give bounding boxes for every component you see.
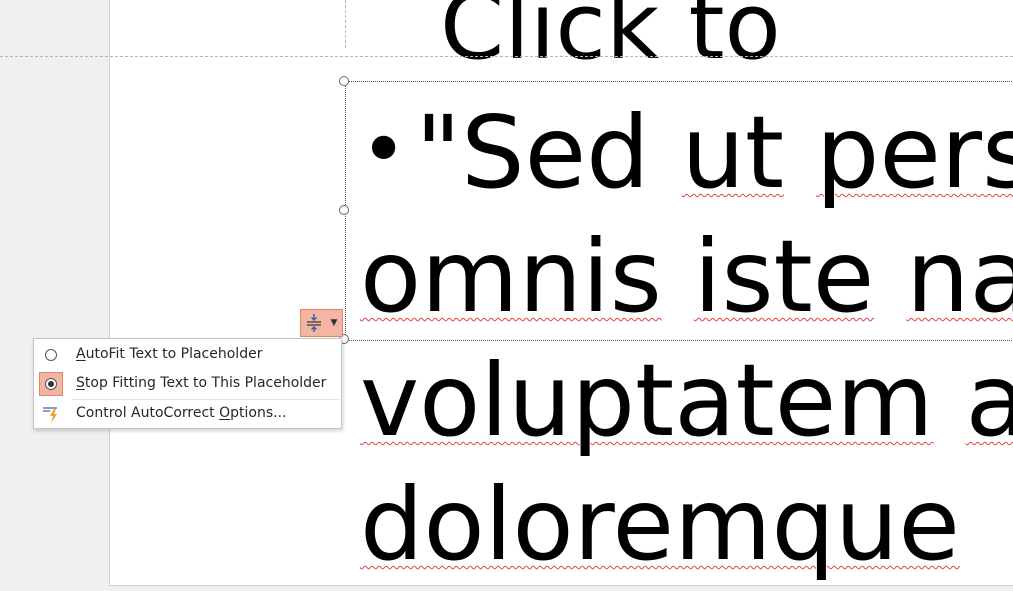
slide-canvas[interactable]: Click to •"Sed ut pers omnis iste na vol… bbox=[109, 0, 1013, 586]
body-text[interactable]: •"Sed ut pers omnis iste na voluptatem a… bbox=[360, 88, 1013, 585]
menu-item-autofit-text[interactable]: AutoFit Text to Placeholder bbox=[34, 341, 341, 369]
body-line: •"Sed ut pers bbox=[360, 88, 1013, 215]
menu-item-label: Stop Fitting Text to This Placeholder bbox=[76, 375, 327, 391]
resize-handle-top-left[interactable] bbox=[339, 76, 349, 86]
menu-item-stop-fitting[interactable]: Stop Fitting Text to This Placeholder bbox=[34, 370, 341, 398]
menu-item-autocorrect-options[interactable]: Control AutoCorrect Options... bbox=[34, 400, 341, 428]
menu-item-label: Control AutoCorrect Options... bbox=[76, 405, 287, 421]
body-line: voluptatem a bbox=[360, 339, 1013, 463]
autofit-options-button[interactable]: ▼ bbox=[300, 309, 343, 337]
autocorrect-lightning-icon bbox=[39, 402, 63, 426]
body-word: doloremque bbox=[360, 466, 960, 583]
guide-line-horizontal bbox=[0, 56, 1013, 57]
resize-handle-middle-left[interactable] bbox=[339, 205, 349, 215]
body-word: pers bbox=[815, 94, 1013, 211]
body-word: "Sed bbox=[415, 94, 650, 211]
chevron-down-icon[interactable]: ▼ bbox=[327, 318, 341, 328]
autofit-options-menu: AutoFit Text to Placeholder Stop Fitting… bbox=[33, 338, 342, 429]
radio-unchecked-icon bbox=[39, 343, 63, 367]
body-word: na bbox=[906, 218, 1013, 335]
body-word: omnis bbox=[360, 218, 662, 335]
body-word: a bbox=[965, 342, 1013, 459]
body-line: omnis iste na bbox=[360, 215, 1013, 339]
body-word: ut bbox=[681, 94, 785, 211]
bullet-glyph: • bbox=[360, 103, 408, 196]
body-line: doloremque bbox=[360, 463, 1013, 585]
body-word: iste bbox=[693, 218, 875, 335]
menu-item-label: AutoFit Text to Placeholder bbox=[76, 346, 263, 362]
autofit-options-icon bbox=[301, 310, 327, 336]
title-text[interactable]: Click to bbox=[440, 0, 781, 82]
radio-checked-icon bbox=[39, 372, 63, 396]
body-word: voluptatem bbox=[360, 342, 934, 459]
